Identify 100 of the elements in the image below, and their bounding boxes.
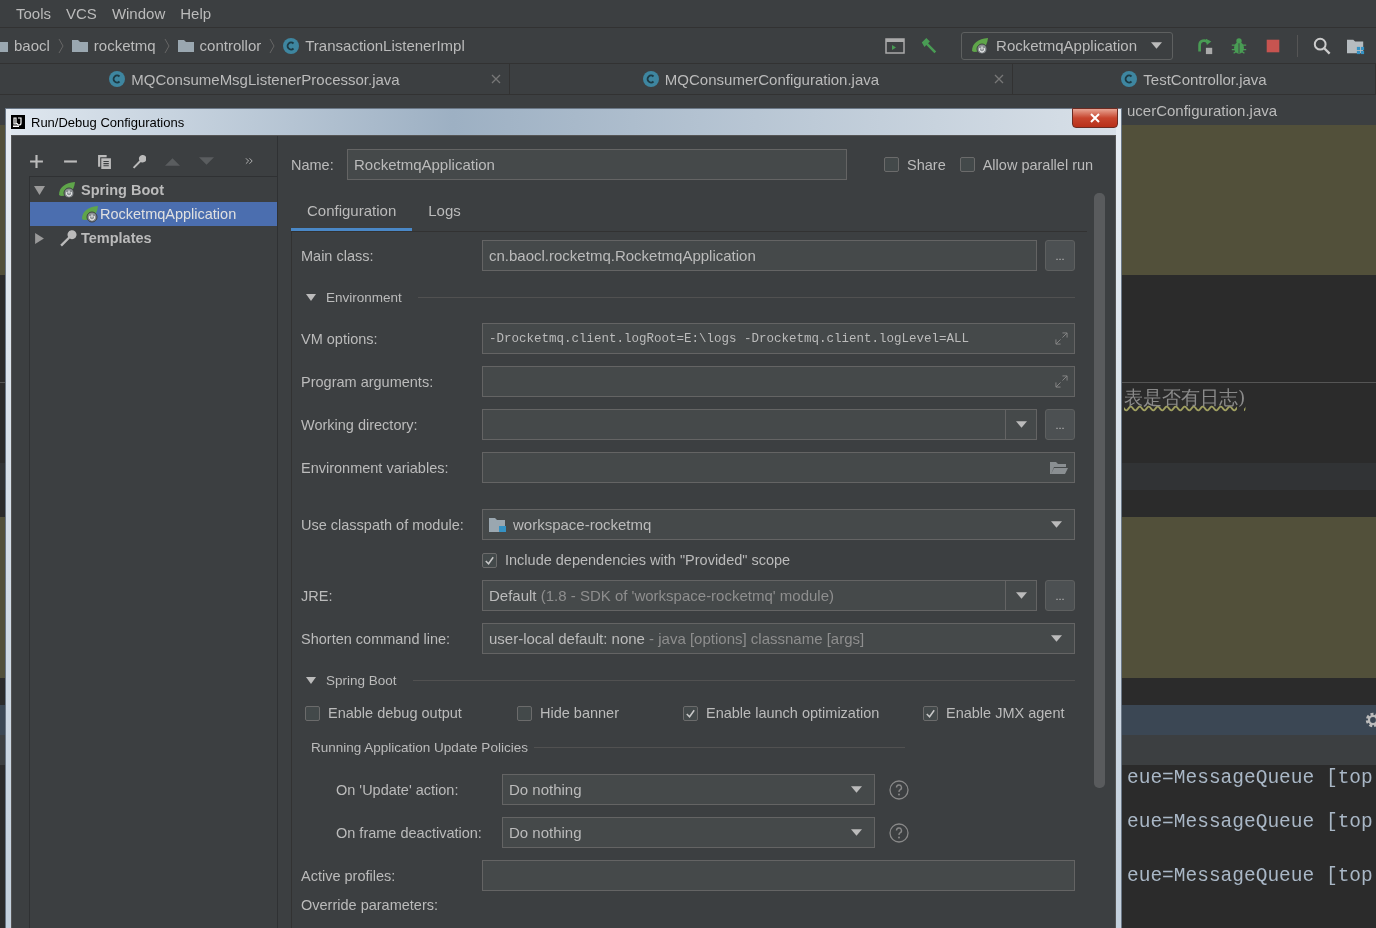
rerun-icon[interactable] — [1195, 36, 1215, 55]
editor-tab[interactable]: ucerConfiguration.java — [1127, 101, 1278, 119]
terminal-icon[interactable] — [885, 36, 906, 55]
menu-item[interactable]: Help — [180, 5, 212, 22]
copy-icon[interactable] — [97, 153, 112, 169]
checkbox[interactable] — [482, 552, 497, 568]
editor-tab[interactable]: MQConsumeMsgListenerProcessor.java — [0, 64, 510, 94]
help-icon[interactable] — [889, 822, 909, 843]
input-field[interactable] — [482, 366, 1075, 397]
run-configuration-dropdown[interactable]: RocketmqApplication — [961, 31, 1173, 60]
close-button[interactable] — [1072, 108, 1118, 128]
folder-icon[interactable] — [1050, 460, 1068, 475]
checkbox[interactable] — [923, 705, 938, 721]
menu-item[interactable]: VCS — [66, 5, 97, 22]
field-label: Environment variables: — [301, 459, 450, 476]
field-label: On 'Update' action: — [336, 781, 460, 798]
checkbox-label: Enable JMX agent — [946, 705, 1065, 721]
checkbox[interactable] — [683, 705, 698, 721]
checkbox-label: Include dependencies with "Provided" scope — [505, 552, 791, 568]
chevron-icon — [163, 37, 170, 54]
caret-icon — [851, 786, 862, 793]
class-icon — [642, 71, 659, 87]
folder-icon — [71, 39, 88, 52]
breadcrumb[interactable]: TransactionListenerImpl — [305, 37, 465, 54]
group-title: Running Application Update Policies — [311, 739, 528, 755]
tab[interactable]: Configuration — [291, 193, 413, 231]
code-comment: 表是否有日志) — [1124, 385, 1246, 410]
checkbox[interactable] — [959, 157, 975, 172]
checkbox-label: Enable launch optimization — [706, 705, 880, 721]
expand-icon[interactable] — [1055, 375, 1068, 388]
expand-arrow-icon[interactable] — [34, 232, 45, 244]
dropdown[interactable]: Do nothing — [502, 774, 875, 805]
wrench-icon[interactable] — [131, 153, 146, 169]
field-label: Program arguments: — [301, 373, 435, 390]
dropdown[interactable]: user-local default: none - java [options] classname [args] — [482, 623, 1075, 654]
checkbox[interactable] — [517, 705, 532, 721]
editor-tab[interactable]: TestControllor.java — [1013, 64, 1376, 94]
section-title: Spring Boot — [326, 672, 397, 688]
field-label: Working directory: — [301, 416, 419, 433]
input-field[interactable]: -Drocketmq.client.logRoot=E:\logs -Drocketmq.client.logLevel=ALL — [482, 323, 1075, 354]
breadcrumb[interactable]: baocl — [14, 37, 50, 54]
checkbox-label: Enable debug output — [328, 705, 462, 721]
close-icon — [1090, 113, 1100, 123]
field-label: JRE: — [301, 587, 334, 604]
collapse-arrow-icon[interactable] — [34, 184, 45, 196]
dropdown[interactable]: Default (1.8 - SDK of 'workspace-rocketmq' module) — [482, 580, 1037, 611]
breadcrumb[interactable]: controllor — [199, 37, 262, 54]
chevron-icon — [269, 37, 276, 54]
menu-item[interactable]: Tools — [16, 5, 52, 22]
checkbox[interactable] — [884, 157, 899, 172]
dropdown[interactable]: Do nothing — [502, 817, 875, 848]
console-line: eue=MessageQueue [top — [1127, 766, 1374, 791]
console-line: eue=MessageQueue [top — [1127, 864, 1374, 889]
tree-item[interactable]: Spring Boot — [30, 178, 277, 202]
breadcrumb[interactable]: rocketmq — [93, 37, 156, 54]
help-icon[interactable] — [889, 779, 909, 800]
collapse-arrow-icon[interactable] — [306, 676, 316, 684]
close-icon[interactable] — [994, 74, 1004, 84]
menu-item[interactable]: Window — [111, 5, 166, 22]
dropdown[interactable]: workspace-rocketmq — [482, 509, 1075, 540]
input-field[interactable] — [482, 860, 1075, 891]
caret-icon — [1015, 421, 1027, 428]
checkbox-label: Share — [907, 156, 946, 173]
input-field[interactable]: cn.baocl.rocketmq.RocketmqApplication — [482, 240, 1037, 271]
checkbox-label: Hide banner — [540, 705, 619, 721]
name-label: Name: — [291, 156, 335, 173]
browse-button[interactable]: ... — [1045, 240, 1075, 271]
caret-icon — [1015, 592, 1027, 599]
add-icon[interactable] — [29, 153, 44, 169]
checkbox[interactable] — [305, 705, 320, 721]
more-icon[interactable] — [245, 157, 254, 165]
close-icon[interactable] — [491, 74, 501, 84]
expand-icon[interactable] — [1055, 332, 1068, 345]
name-field[interactable]: RocketmqApplication — [347, 149, 847, 180]
editor-tab[interactable]: MQConsumerConfiguration.java — [510, 64, 1013, 94]
tree-item[interactable]: Templates — [30, 226, 277, 250]
browse-button[interactable]: ... — [1045, 580, 1075, 611]
tab[interactable]: Logs — [412, 193, 477, 231]
caret-icon — [1151, 42, 1162, 49]
bug-icon[interactable] — [1229, 36, 1249, 55]
class-icon — [283, 37, 300, 54]
spring-icon — [57, 181, 77, 199]
input-field[interactable] — [482, 452, 1075, 483]
browse-button[interactable]: ... — [1045, 409, 1075, 440]
section-title: Environment — [326, 289, 402, 305]
field-label: Shorten command line: — [301, 630, 452, 647]
caret-icon — [851, 829, 862, 836]
console-line: eue=MessageQueue [top — [1127, 810, 1374, 835]
field-label: On frame deactivation: — [336, 824, 483, 841]
checkbox-label: Allow parallel run — [982, 156, 1094, 173]
app-icon — [11, 115, 25, 129]
field-label: Override parameters: — [301, 897, 439, 913]
search-icon[interactable] — [1312, 36, 1332, 55]
collapse-arrow-icon[interactable] — [306, 293, 316, 301]
chevron-icon — [57, 37, 64, 54]
spring-icon — [80, 205, 100, 223]
spring-icon — [970, 36, 991, 55]
tree-item[interactable]: RocketmqApplication — [30, 202, 277, 226]
scrollbar-thumb[interactable] — [1094, 193, 1105, 788]
class-icon — [109, 71, 126, 87]
